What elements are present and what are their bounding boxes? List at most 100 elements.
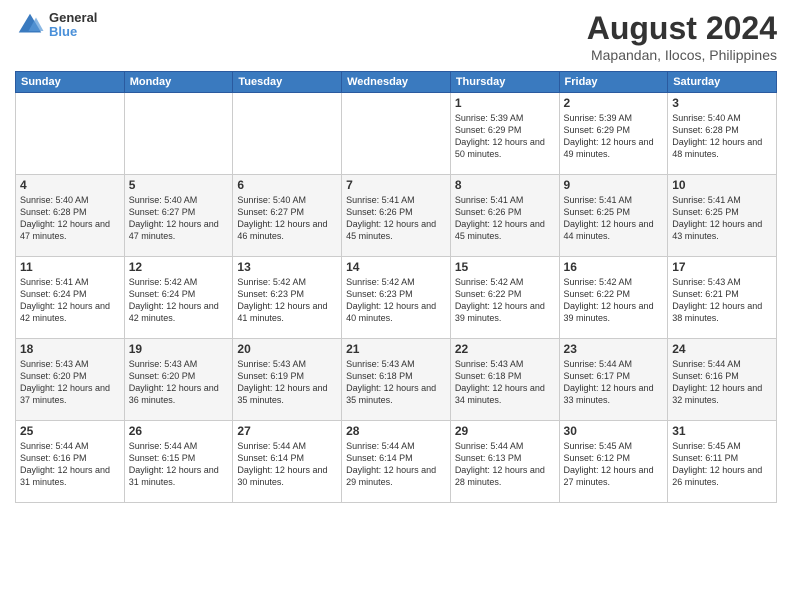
day-info: Sunrise: 5:44 AM Sunset: 6:16 PM Dayligh… <box>672 358 772 407</box>
day-info: Sunrise: 5:43 AM Sunset: 6:20 PM Dayligh… <box>129 358 229 407</box>
day-info: Sunrise: 5:42 AM Sunset: 6:22 PM Dayligh… <box>564 276 664 325</box>
day-info: Sunrise: 5:41 AM Sunset: 6:26 PM Dayligh… <box>346 194 446 243</box>
day-number: 26 <box>129 424 229 438</box>
header-monday: Monday <box>124 72 233 93</box>
calendar-cell: 12Sunrise: 5:42 AM Sunset: 6:24 PM Dayli… <box>124 257 233 339</box>
day-number: 22 <box>455 342 555 356</box>
day-number: 2 <box>564 96 664 110</box>
day-info: Sunrise: 5:43 AM Sunset: 6:20 PM Dayligh… <box>20 358 120 407</box>
page: General Blue August 2024 Mapandan, Iloco… <box>0 0 792 612</box>
day-number: 30 <box>564 424 664 438</box>
day-info: Sunrise: 5:40 AM Sunset: 6:28 PM Dayligh… <box>20 194 120 243</box>
calendar-cell <box>16 93 125 175</box>
day-info: Sunrise: 5:41 AM Sunset: 6:24 PM Dayligh… <box>20 276 120 325</box>
calendar-cell: 2 Sunrise: 5:39 AM Sunset: 6:29 PM Daylig… <box>559 93 668 175</box>
calendar-cell: 4 Sunrise: 5:40 AM Sunset: 6:28 PM Daylig… <box>16 175 125 257</box>
day-info: Sunrise: 5:44 AM Sunset: 6:15 PM Dayligh… <box>129 440 229 489</box>
day-info: Sunrise: 5:45 AM Sunset: 6:12 PM Dayligh… <box>564 440 664 489</box>
day-number: 28 <box>346 424 446 438</box>
calendar-cell: 17 Sunrise: 5:43 AM Sunset: 6:21 PM Dayli… <box>668 257 777 339</box>
day-info: Sunrise: 5:43 AM Sunset: 6:18 PM Dayligh… <box>346 358 446 407</box>
calendar-cell: 26 Sunrise: 5:44 AM Sunset: 6:15 PM Dayli… <box>124 421 233 503</box>
calendar-cell <box>124 93 233 175</box>
calendar-cell: 25 Sunrise: 5:44 AM Sunset: 6:16 PM Dayli… <box>16 421 125 503</box>
calendar-cell: 31 Sunrise: 5:45 AM Sunset: 6:11 PM Dayli… <box>668 421 777 503</box>
month-year: August 2024 <box>587 10 777 47</box>
header-wednesday: Wednesday <box>342 72 451 93</box>
day-number: 8 <box>455 178 555 192</box>
day-number: 29 <box>455 424 555 438</box>
day-number: 31 <box>672 424 772 438</box>
day-number: 4 <box>20 178 120 192</box>
day-info: Sunrise: 5:44 AM Sunset: 6:14 PM Dayligh… <box>346 440 446 489</box>
day-number: 25 <box>20 424 120 438</box>
logo-blue: Blue <box>49 25 97 39</box>
header: General Blue August 2024 Mapandan, Iloco… <box>15 10 777 63</box>
day-number: 3 <box>672 96 772 110</box>
day-number: 16 <box>564 260 664 274</box>
logo-general: General <box>49 11 97 25</box>
calendar-cell: 7 Sunrise: 5:41 AM Sunset: 6:26 PM Daylig… <box>342 175 451 257</box>
day-number: 5 <box>129 178 229 192</box>
day-number: 24 <box>672 342 772 356</box>
day-number: 12 <box>129 260 229 274</box>
calendar-cell: 5Sunrise: 5:40 AM Sunset: 6:27 PM Daylig… <box>124 175 233 257</box>
day-info: Sunrise: 5:44 AM Sunset: 6:17 PM Dayligh… <box>564 358 664 407</box>
calendar-cell: 24 Sunrise: 5:44 AM Sunset: 6:16 PM Dayli… <box>668 339 777 421</box>
week-row-4: 18 Sunrise: 5:43 AM Sunset: 6:20 PM Dayli… <box>16 339 777 421</box>
day-number: 23 <box>564 342 664 356</box>
calendar-cell: 18 Sunrise: 5:43 AM Sunset: 6:20 PM Dayli… <box>16 339 125 421</box>
calendar-cell: 9 Sunrise: 5:41 AM Sunset: 6:25 PM Daylig… <box>559 175 668 257</box>
day-info: Sunrise: 5:41 AM Sunset: 6:25 PM Dayligh… <box>672 194 772 243</box>
day-info: Sunrise: 5:43 AM Sunset: 6:21 PM Dayligh… <box>672 276 772 325</box>
day-info: Sunrise: 5:39 AM Sunset: 6:29 PM Dayligh… <box>564 112 664 161</box>
calendar-cell: 22 Sunrise: 5:43 AM Sunset: 6:18 PM Dayli… <box>450 339 559 421</box>
day-info: Sunrise: 5:41 AM Sunset: 6:25 PM Dayligh… <box>564 194 664 243</box>
calendar-cell: 10 Sunrise: 5:41 AM Sunset: 6:25 PM Dayli… <box>668 175 777 257</box>
day-number: 9 <box>564 178 664 192</box>
week-row-3: 11Sunrise: 5:41 AM Sunset: 6:24 PM Dayli… <box>16 257 777 339</box>
day-info: Sunrise: 5:44 AM Sunset: 6:13 PM Dayligh… <box>455 440 555 489</box>
day-number: 21 <box>346 342 446 356</box>
calendar-cell: 3Sunrise: 5:40 AM Sunset: 6:28 PM Daylig… <box>668 93 777 175</box>
day-info: Sunrise: 5:45 AM Sunset: 6:11 PM Dayligh… <box>672 440 772 489</box>
calendar-cell: 23 Sunrise: 5:44 AM Sunset: 6:17 PM Dayli… <box>559 339 668 421</box>
calendar-cell: 1Sunrise: 5:39 AM Sunset: 6:29 PM Daylig… <box>450 93 559 175</box>
week-row-5: 25 Sunrise: 5:44 AM Sunset: 6:16 PM Dayli… <box>16 421 777 503</box>
day-info: Sunrise: 5:42 AM Sunset: 6:23 PM Dayligh… <box>346 276 446 325</box>
day-number: 15 <box>455 260 555 274</box>
calendar-cell: 15Sunrise: 5:42 AM Sunset: 6:22 PM Dayli… <box>450 257 559 339</box>
day-number: 19 <box>129 342 229 356</box>
calendar-cell <box>342 93 451 175</box>
calendar-cell: 13Sunrise: 5:42 AM Sunset: 6:23 PM Dayli… <box>233 257 342 339</box>
header-tuesday: Tuesday <box>233 72 342 93</box>
calendar-cell: 20Sunrise: 5:43 AM Sunset: 6:19 PM Dayli… <box>233 339 342 421</box>
calendar-cell: 21 Sunrise: 5:43 AM Sunset: 6:18 PM Dayli… <box>342 339 451 421</box>
header-friday: Friday <box>559 72 668 93</box>
calendar: SundayMondayTuesdayWednesdayThursdayFrid… <box>15 71 777 503</box>
day-number: 6 <box>237 178 337 192</box>
week-row-2: 4 Sunrise: 5:40 AM Sunset: 6:28 PM Daylig… <box>16 175 777 257</box>
calendar-cell: 14Sunrise: 5:42 AM Sunset: 6:23 PM Dayli… <box>342 257 451 339</box>
calendar-cell: 8 Sunrise: 5:41 AM Sunset: 6:26 PM Daylig… <box>450 175 559 257</box>
day-info: Sunrise: 5:43 AM Sunset: 6:18 PM Dayligh… <box>455 358 555 407</box>
header-thursday: Thursday <box>450 72 559 93</box>
day-info: Sunrise: 5:44 AM Sunset: 6:14 PM Dayligh… <box>237 440 337 489</box>
day-number: 7 <box>346 178 446 192</box>
day-number: 18 <box>20 342 120 356</box>
day-number: 10 <box>672 178 772 192</box>
day-info: Sunrise: 5:39 AM Sunset: 6:29 PM Dayligh… <box>455 112 555 161</box>
title-block: August 2024 Mapandan, Ilocos, Philippine… <box>587 10 777 63</box>
logo-icon <box>15 10 45 40</box>
day-number: 17 <box>672 260 772 274</box>
header-saturday: Saturday <box>668 72 777 93</box>
calendar-cell: 19 Sunrise: 5:43 AM Sunset: 6:20 PM Dayli… <box>124 339 233 421</box>
calendar-cell: 29 Sunrise: 5:44 AM Sunset: 6:13 PM Dayli… <box>450 421 559 503</box>
day-info: Sunrise: 5:44 AM Sunset: 6:16 PM Dayligh… <box>20 440 120 489</box>
day-info: Sunrise: 5:41 AM Sunset: 6:26 PM Dayligh… <box>455 194 555 243</box>
location: Mapandan, Ilocos, Philippines <box>587 47 777 63</box>
day-number: 20 <box>237 342 337 356</box>
calendar-cell: 16 Sunrise: 5:42 AM Sunset: 6:22 PM Dayli… <box>559 257 668 339</box>
calendar-cell: 11Sunrise: 5:41 AM Sunset: 6:24 PM Dayli… <box>16 257 125 339</box>
logo: General Blue <box>15 10 97 40</box>
